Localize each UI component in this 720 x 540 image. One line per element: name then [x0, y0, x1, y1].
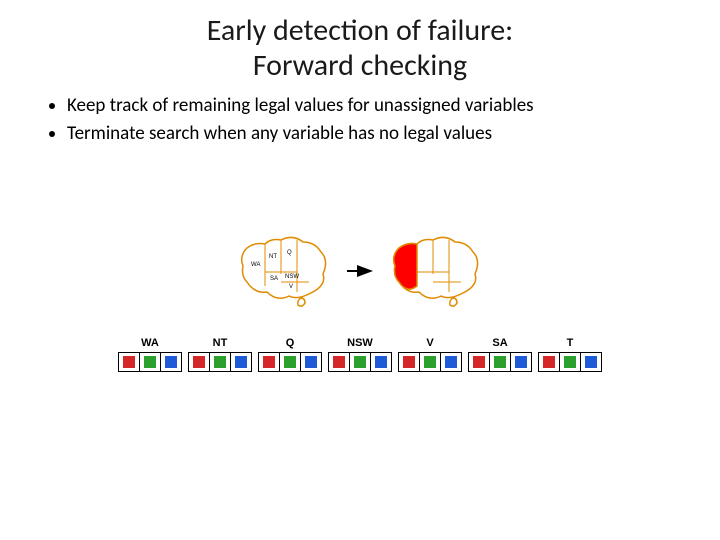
region-label: NSW — [285, 274, 299, 280]
arrow-icon — [345, 261, 375, 281]
domain-cell — [441, 353, 461, 371]
domain-cell — [539, 353, 560, 371]
australia-map-assigned — [389, 236, 483, 306]
domain-headers-row: WA NT Q NSW V SA T — [100, 337, 620, 349]
domain-cell — [399, 353, 420, 371]
red-swatch — [333, 356, 345, 368]
domain-cell — [189, 353, 210, 371]
domain-cell — [560, 353, 581, 371]
region-label: V — [289, 284, 293, 290]
green-swatch — [144, 356, 156, 368]
bullet-item: Terminate search when any variable has n… — [67, 121, 682, 147]
blue-swatch — [445, 356, 457, 368]
domain-cell-group — [328, 352, 392, 372]
domain-values-row — [100, 352, 620, 372]
domain-header: V — [398, 337, 462, 349]
domain-header: SA — [468, 337, 532, 349]
blue-swatch — [305, 356, 317, 368]
blue-swatch — [235, 356, 247, 368]
blue-swatch — [585, 356, 597, 368]
domain-cell-group — [468, 352, 532, 372]
domain-cell — [231, 353, 251, 371]
domain-cell-group — [398, 352, 462, 372]
domain-cell — [161, 353, 181, 371]
domain-cell — [371, 353, 391, 371]
domain-cell — [301, 353, 321, 371]
domain-cell-group — [118, 352, 182, 372]
domain-cell — [490, 353, 511, 371]
green-swatch — [564, 356, 576, 368]
green-swatch — [284, 356, 296, 368]
red-swatch — [263, 356, 275, 368]
region-wa-assigned — [394, 244, 417, 290]
australia-map-labeled: WA NT Q SA NSW V — [237, 236, 331, 306]
domain-cell — [119, 353, 140, 371]
aus-tasmania — [298, 298, 305, 306]
domain-cell — [210, 353, 231, 371]
domain-cell — [350, 353, 371, 371]
green-swatch — [214, 356, 226, 368]
title-line-2: Forward checking — [253, 47, 467, 84]
region-label: WA — [251, 262, 260, 268]
domain-header: NSW — [328, 337, 392, 349]
domain-cell — [140, 353, 161, 371]
domain-header: WA — [118, 337, 182, 349]
title-line-1: Early detection of failure: — [207, 12, 513, 49]
red-swatch — [193, 356, 205, 368]
domain-header: NT — [188, 337, 252, 349]
green-swatch — [424, 356, 436, 368]
domain-table: WA NT Q NSW V SA T — [100, 337, 620, 372]
region-label: NT — [269, 254, 277, 260]
figure: WA NT Q SA NSW V — [100, 236, 620, 372]
region-label: SA — [270, 276, 278, 282]
bullet-item: Keep track of remaining legal values for… — [67, 93, 682, 119]
domain-cell — [329, 353, 350, 371]
red-swatch — [123, 356, 135, 368]
red-swatch — [403, 356, 415, 368]
domain-cell — [469, 353, 490, 371]
domain-cell — [420, 353, 441, 371]
map-pair: WA NT Q SA NSW V — [237, 236, 483, 306]
green-swatch — [354, 356, 366, 368]
slide-title: Early detection of failure: Forward chec… — [0, 0, 720, 83]
domain-cell — [581, 353, 601, 371]
domain-cell — [511, 353, 531, 371]
bullet-list: Keep track of remaining legal values for… — [48, 93, 682, 146]
red-swatch — [473, 356, 485, 368]
domain-header: T — [538, 337, 602, 349]
domain-cell-group — [258, 352, 322, 372]
domain-cell — [280, 353, 301, 371]
domain-cell — [259, 353, 280, 371]
domain-header: Q — [258, 337, 322, 349]
blue-swatch — [165, 356, 177, 368]
blue-swatch — [375, 356, 387, 368]
domain-cell-group — [188, 352, 252, 372]
region-label: Q — [287, 250, 292, 256]
aus-tasmania — [450, 298, 457, 306]
red-swatch — [543, 356, 555, 368]
blue-swatch — [515, 356, 527, 368]
green-swatch — [494, 356, 506, 368]
domain-cell-group — [538, 352, 602, 372]
